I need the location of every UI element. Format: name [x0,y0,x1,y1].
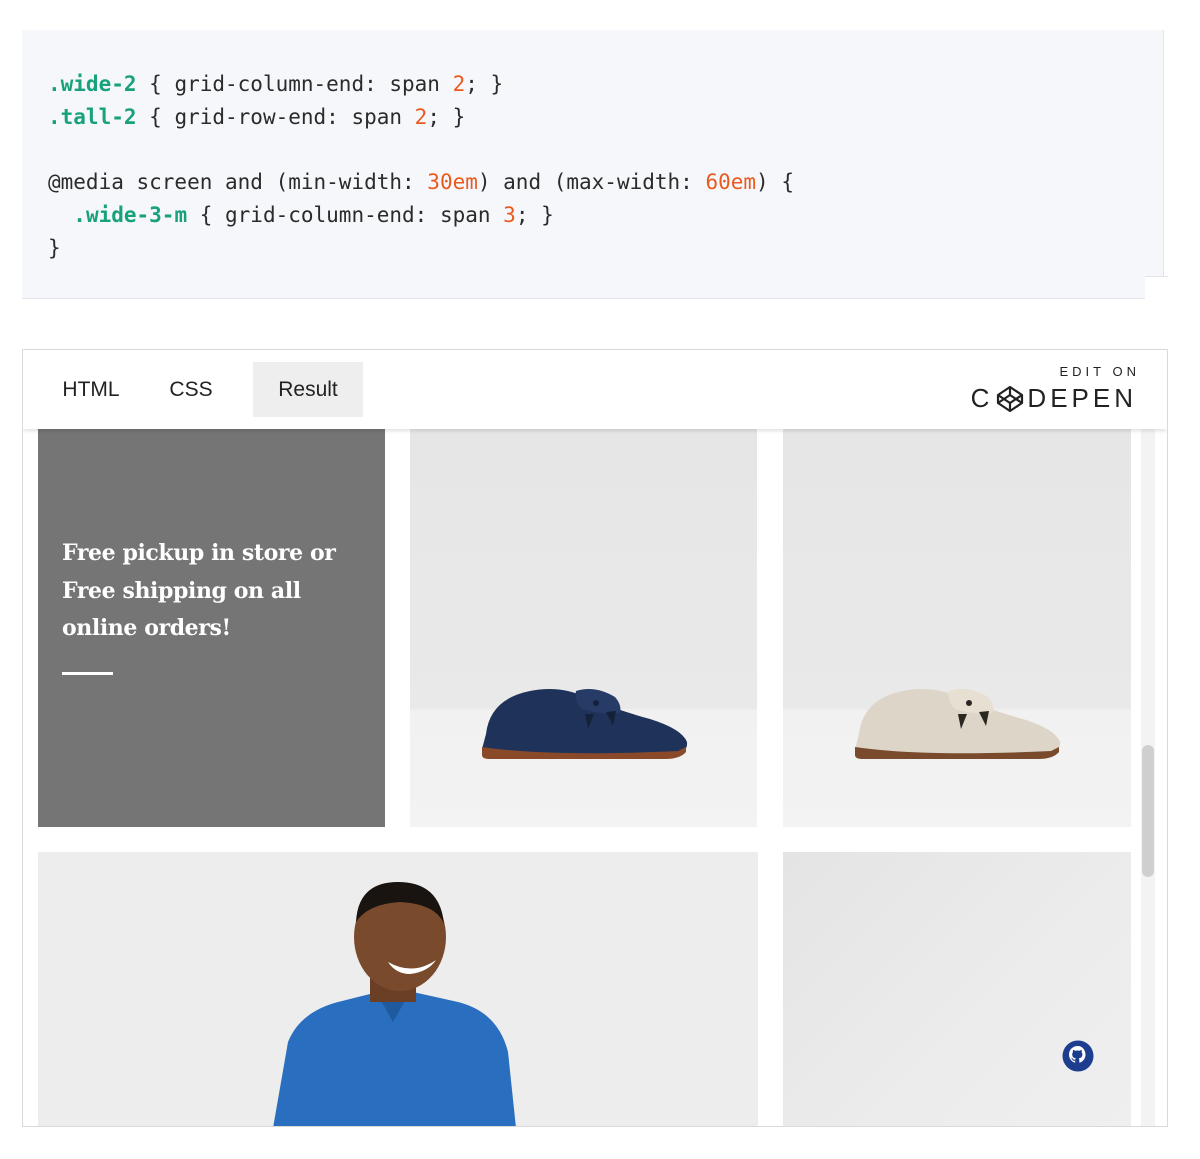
code-listing: .wide-2 { grid-column-end: span 2; } .tal… [48,68,794,265]
embed-header: HTML CSS Result EDIT ON C DEPEN [23,350,1167,429]
codepen-wordmark: C DEPEN [971,383,1137,414]
css-number: 2 [414,104,428,129]
css-number: 60em [705,170,757,195]
code-line-6: } [48,235,61,260]
promo-divider [62,672,113,675]
beige-loafer-image [855,689,1061,759]
code-line-2: .tall-2 { grid-row-end: span 2; } [48,101,794,134]
edit-on-label: EDIT ON [1059,364,1140,379]
github-icon[interactable] [1062,1040,1094,1072]
navy-loafer-image [482,689,688,759]
code-text: ; } [427,104,466,129]
product-tile-light[interactable] [783,852,1131,1126]
css-code-block: .wide-2 { grid-column-end: span 2; } .tal… [22,30,1168,277]
css-selector: .wide-2 [48,72,137,96]
man-in-denim-image [273,882,516,1126]
promo-tile: Free pickup in store or Free shipping on… [38,429,385,827]
tab-css[interactable]: CSS [151,362,231,417]
tab-result[interactable]: Result [253,362,363,417]
css-number: 2 [452,72,466,96]
css-selector: .wide-3-m [73,203,188,228]
code-text: { grid-row-end: span [136,104,415,129]
edit-on-codepen-link[interactable]: EDIT ON C DEPEN [971,364,1137,414]
tab-html[interactable]: HTML [41,362,141,417]
code-text: { grid-column-end: span [187,203,504,228]
code-text: @media screen and (min-width: [48,170,428,195]
product-tile-man[interactable] [38,852,758,1126]
result-scrollbar-thumb[interactable] [1142,745,1154,877]
codepen-letters-depen: DEPEN [1027,383,1137,413]
code-text: ; } [515,203,554,228]
css-selector: .tall-2 [48,104,137,129]
code-block-footer [22,276,1145,299]
result-preview: Free pickup in store or Free shipping on… [23,429,1167,1126]
css-number: 3 [503,203,516,228]
code-line-4: @media screen and (min-width: 30em) and … [48,166,794,199]
code-line-1: .wide-2 { grid-column-end: span 2; } [48,68,794,101]
product-tile-navy-loafer[interactable] [410,429,757,827]
code-text: ; } [465,72,504,96]
code-line-5: .wide-3-m { grid-column-end: span 3; } [48,199,794,232]
code-text: ) and (max-width: [477,170,706,195]
codepen-embed: HTML CSS Result EDIT ON C DEPEN Free pic… [22,349,1168,1127]
product-tile-beige-loafer[interactable] [783,429,1131,827]
css-number: 30em [427,170,478,195]
promo-text: Free pickup in store or Free shipping on… [62,540,336,641]
code-block-edge [1163,30,1168,276]
codepen-logo-icon [997,385,1024,412]
codepen-letter-c: C [970,383,994,413]
code-text: { grid-column-end: span [136,72,453,96]
code-text: ) { [756,170,794,195]
